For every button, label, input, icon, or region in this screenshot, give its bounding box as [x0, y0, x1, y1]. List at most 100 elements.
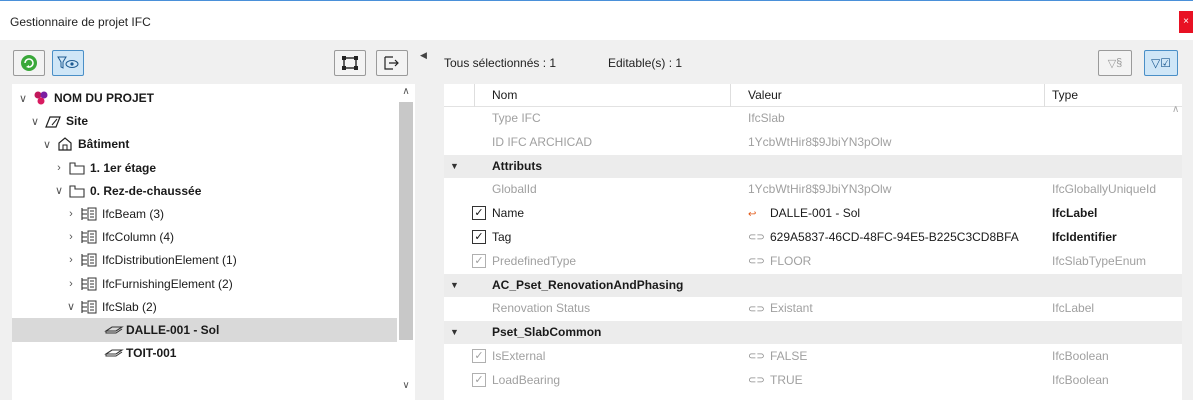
- property-row[interactable]: ✓ Name ↩ DALLE-001 - Sol IfcLabel: [444, 202, 1182, 225]
- property-group[interactable]: ▼ Pset_SlabCommon: [444, 321, 1182, 345]
- chevron-right-icon[interactable]: ›: [64, 278, 78, 290]
- project-tree[interactable]: ∨ NOM DU PROJET ∨ Site ∨ Bâtiment › 1. 1er étag…: [12, 84, 397, 400]
- property-value-text: FALSE: [770, 349, 808, 363]
- ifc-type-icon: [80, 299, 98, 315]
- property-group-name: Pset_SlabCommon: [492, 325, 602, 340]
- property-row[interactable]: Renovation Status ⊂⊃ Existant IfcLabel: [444, 297, 1182, 320]
- column-header-value[interactable]: Valeur: [748, 84, 1048, 107]
- chevron-down-icon[interactable]: ∨: [40, 138, 54, 151]
- ifc-type-icon: [80, 252, 98, 268]
- property-value-text: DALLE-001 - Sol: [770, 206, 861, 221]
- property-row[interactable]: ✓ IsExternal ⊂⊃ FALSE IfcBoolean: [444, 345, 1182, 368]
- collapse-triangle-icon[interactable]: ▼: [450, 274, 459, 297]
- chevron-down-icon[interactable]: ∨: [28, 115, 42, 128]
- filter-icon: ▽: [1107, 57, 1117, 70]
- property-checkbox[interactable]: ✓: [472, 206, 486, 221]
- property-value[interactable]: ⊂⊃ 629A5837-46CD-48FC-94E5-B225C3CD8BFA: [748, 226, 1048, 249]
- property-row[interactable]: ✓ LoadBearing ⊂⊃ TRUE IfcBoolean: [444, 369, 1182, 392]
- selected-count: Tous sélectionnés : 1: [444, 56, 557, 70]
- tree-item[interactable]: ∨ IfcSlab (2): [12, 295, 397, 319]
- project-tree-panel: ∨ NOM DU PROJET ∨ Site ∨ Bâtiment › 1. 1er étag…: [8, 40, 415, 400]
- property-group[interactable]: ▼ AC_Pset_RenovationAndPhasing: [444, 273, 1182, 297]
- filter-eye-icon: [57, 56, 79, 69]
- property-row[interactable]: ID IFC ARCHICAD 1YcbWtHir8$9JbiYN3pOlw: [444, 131, 1182, 154]
- tree-item[interactable]: › IfcDistributionElement (1): [12, 248, 397, 272]
- tree-item[interactable]: › 1. 1er étage: [12, 156, 397, 180]
- filter-icon: ▽: [1151, 56, 1161, 70]
- column-header-name[interactable]: Nom: [492, 84, 728, 107]
- scroll-up-icon[interactable]: ∧: [397, 86, 415, 97]
- splitter-handle[interactable]: ◀: [420, 50, 427, 61]
- property-checkbox: ✓: [472, 253, 486, 268]
- ifc-type-icon: [80, 276, 98, 292]
- property-checkbox: ✓: [472, 349, 486, 363]
- export-button[interactable]: [376, 50, 408, 76]
- tree-item[interactable]: ∨ Site: [12, 109, 397, 133]
- tree-item-label: IfcFurnishingElement (2): [102, 276, 233, 291]
- structure-button[interactable]: [334, 50, 366, 76]
- property-row[interactable]: ✓ PredefinedType ⊂⊃ FLOOR IfcSlabTypeEnum: [444, 250, 1182, 273]
- properties-panel: Tous sélectionnés : 1 Editable(s) : 1 ▽ §…: [432, 40, 1193, 400]
- property-value-text: IfcSlab: [748, 111, 785, 125]
- property-value: 1YcbWtHir8$9JbiYN3pOlw: [748, 131, 1048, 154]
- property-value-text: 629A5837-46CD-48FC-94E5-B225C3CD8BFA: [770, 230, 1019, 244]
- tree-item[interactable]: ∨ Bâtiment: [12, 132, 397, 156]
- property-type: IfcSlabTypeEnum: [1052, 253, 1147, 268]
- properties-scrollbar[interactable]: ∧: [1170, 84, 1186, 400]
- column-header-type[interactable]: Type: [1052, 84, 1182, 107]
- tree-scrollbar[interactable]: ∧ ∨: [397, 84, 415, 400]
- tree-item[interactable]: › IfcColumn (4): [12, 225, 397, 249]
- property-type: [1052, 107, 1182, 130]
- project-icon: [32, 90, 50, 106]
- tree-item-label: DALLE-001 - Sol: [126, 323, 220, 337]
- scroll-up-icon[interactable]: ∧: [1172, 104, 1179, 115]
- property-row[interactable]: ✓ Tag ⊂⊃ 629A5837-46CD-48FC-94E5-B225C3CD8B…: [444, 226, 1182, 249]
- property-type: IfcLabel: [1052, 206, 1098, 221]
- tree-item[interactable]: TOIT-001: [12, 341, 397, 365]
- chevron-down-icon[interactable]: ∨: [64, 300, 78, 313]
- expression-icon: ⊂⊃: [748, 375, 765, 387]
- column-divider[interactable]: [730, 84, 731, 107]
- scroll-down-icon[interactable]: ∨: [397, 380, 415, 391]
- chevron-right-icon[interactable]: ›: [64, 231, 78, 243]
- filter-hidden-button[interactable]: ▽ §: [1098, 50, 1132, 76]
- property-group[interactable]: ▼ Attributs: [444, 154, 1182, 178]
- property-row[interactable]: GlobalId 1YcbWtHir8$9JbiYN3pOlw IfcGloball…: [444, 178, 1182, 201]
- tree-item[interactable]: › IfcBeam (3): [12, 202, 397, 226]
- tree-item[interactable]: › IfcFurnishingElement (2): [12, 272, 397, 296]
- property-name: ID IFC ARCHICAD: [492, 134, 593, 149]
- property-row[interactable]: Type IFC IfcSlab: [444, 107, 1182, 130]
- property-checkbox[interactable]: ✓: [472, 230, 486, 244]
- main-area: ∨ NOM DU PROJET ∨ Site ∨ Bâtiment › 1. 1er étag…: [0, 40, 1193, 400]
- property-name: LoadBearing: [492, 372, 561, 387]
- chevron-right-icon[interactable]: ›: [64, 208, 78, 220]
- property-name: Type IFC: [492, 111, 541, 125]
- filter-view-button[interactable]: [52, 50, 84, 76]
- collapse-triangle-icon[interactable]: ▼: [450, 321, 459, 344]
- ifc-type-icon: [80, 229, 98, 245]
- expression-icon: ⊂⊃: [748, 303, 765, 315]
- close-button[interactable]: ×: [1179, 11, 1193, 33]
- property-value[interactable]: ↩ DALLE-001 - Sol: [748, 202, 1048, 225]
- expression-icon: ⊂⊃: [748, 351, 765, 363]
- tree-toolbar: [8, 40, 415, 84]
- property-value-text: FLOOR: [770, 253, 812, 268]
- tree-item[interactable]: DALLE-001 - Sol: [12, 318, 397, 342]
- storey-icon: [68, 183, 86, 199]
- property-value: IfcSlab: [748, 107, 1048, 130]
- chevron-down-icon[interactable]: ∨: [16, 92, 30, 105]
- tree-item[interactable]: ∨ NOM DU PROJET: [12, 86, 397, 110]
- filter-checked-button[interactable]: ▽ ☑: [1144, 50, 1178, 76]
- tree-item-label: TOIT-001: [126, 346, 177, 361]
- collapse-triangle-icon[interactable]: ▼: [450, 155, 459, 178]
- scrollbar-thumb[interactable]: [399, 102, 413, 340]
- property-name: Name: [492, 206, 525, 221]
- property-name: PredefinedType: [492, 253, 577, 268]
- tree-item[interactable]: ∨ 0. Rez-de-chaussée: [12, 179, 397, 203]
- chevron-right-icon[interactable]: ›: [52, 162, 66, 174]
- refresh-button[interactable]: [13, 50, 45, 76]
- column-divider[interactable]: [1044, 84, 1045, 107]
- chevron-down-icon[interactable]: ∨: [52, 184, 66, 197]
- chevron-right-icon[interactable]: ›: [64, 254, 78, 266]
- property-type: IfcBoolean: [1052, 349, 1109, 363]
